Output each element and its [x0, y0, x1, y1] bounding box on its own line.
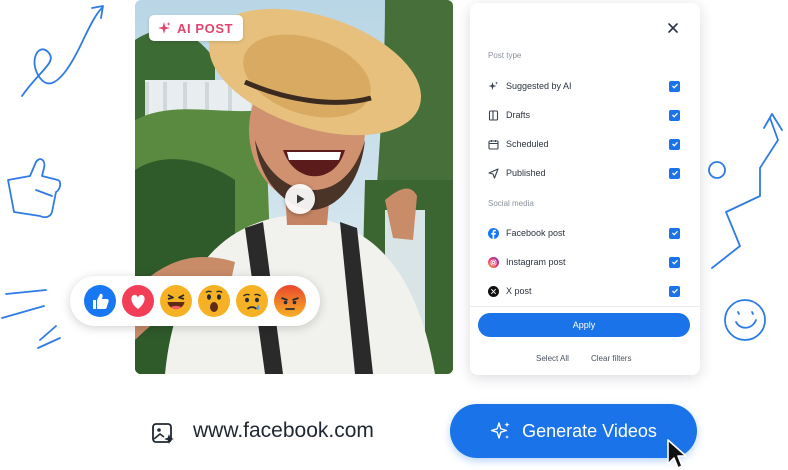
select-all-button[interactable]: Select All — [536, 354, 569, 363]
angry-icon — [274, 285, 306, 317]
filter-facebook-post[interactable]: Facebook post — [488, 224, 680, 242]
apply-button[interactable]: Apply — [478, 313, 690, 337]
filter-label: Published — [506, 168, 546, 178]
post-type-label: Post type — [488, 51, 522, 60]
checkbox-checked[interactable] — [669, 256, 680, 268]
filter-published[interactable]: Published — [488, 164, 680, 182]
social-media-label: Social media — [488, 199, 534, 208]
ai-image-icon — [152, 423, 174, 444]
filter-instagram-post[interactable]: Instagram post — [488, 253, 680, 271]
checkbox-checked[interactable] — [669, 138, 680, 150]
loop-arrow-doodle — [21, 7, 103, 97]
sad-icon — [236, 285, 268, 317]
close-icon[interactable] — [666, 21, 680, 35]
ai-post-label: AI POST — [177, 20, 234, 36]
mouse-cursor-icon — [667, 439, 687, 469]
heart-icon — [122, 285, 154, 317]
filter-label: Facebook post — [506, 228, 566, 238]
filter-label: Scheduled — [506, 139, 549, 149]
filter-suggested-by-ai[interactable]: Suggested by AI — [488, 77, 680, 95]
draft-icon — [488, 109, 499, 121]
sad-reaction[interactable] — [236, 285, 268, 317]
clear-filters-button[interactable]: Clear filters — [591, 354, 631, 363]
smiley-doodle — [724, 299, 766, 341]
filter-x-post[interactable]: X post — [488, 282, 680, 300]
filter-label: Drafts — [506, 110, 531, 120]
thumbs-up-icon — [84, 285, 116, 317]
haha-reaction[interactable] — [160, 285, 192, 317]
send-icon — [488, 167, 499, 179]
checkbox-checked[interactable] — [669, 227, 680, 239]
like-reaction[interactable] — [84, 285, 116, 317]
bottom-bar: www.facebook.com Generate Videos — [140, 404, 700, 462]
checkbox-checked[interactable] — [669, 285, 680, 297]
x-icon — [488, 285, 499, 297]
play-button[interactable] — [285, 184, 315, 214]
generate-videos-button[interactable]: Generate Videos — [450, 404, 697, 458]
play-icon — [297, 194, 305, 204]
filter-label: X post — [506, 286, 532, 296]
laugh-icon — [160, 285, 192, 317]
checkbox-checked[interactable] — [669, 109, 680, 121]
speed-lines-doodle — [1, 289, 61, 349]
calendar-icon — [488, 139, 499, 150]
url-text: www.facebook.com — [193, 419, 374, 442]
sparkle-icon — [490, 422, 510, 439]
zigzag-arrow-doodle — [711, 117, 779, 269]
filter-panel: Post type Suggested by AI Drafts Schedul… — [470, 3, 700, 375]
checkbox-checked[interactable] — [669, 167, 680, 179]
reactions-bar — [70, 276, 320, 326]
filter-label: Suggested by AI — [506, 81, 572, 91]
thumbs-up-doodle — [7, 158, 62, 219]
generate-videos-label: Generate Videos — [522, 420, 657, 441]
love-reaction[interactable] — [122, 285, 154, 317]
instagram-icon — [488, 256, 499, 268]
ai-post-badge: AI POST — [149, 15, 244, 41]
angry-reaction[interactable] — [274, 285, 306, 317]
divider — [470, 306, 700, 307]
circle-doodle — [708, 161, 726, 179]
wow-reaction[interactable] — [198, 285, 230, 317]
checkbox-checked[interactable] — [669, 80, 680, 92]
filter-label: Instagram post — [506, 257, 566, 267]
sparkle-icon — [158, 22, 171, 34]
wow-icon — [198, 285, 230, 317]
filter-drafts[interactable]: Drafts — [488, 106, 680, 124]
facebook-icon — [488, 227, 499, 239]
filter-scheduled[interactable]: Scheduled — [488, 135, 680, 153]
sparkle-icon — [488, 81, 499, 92]
